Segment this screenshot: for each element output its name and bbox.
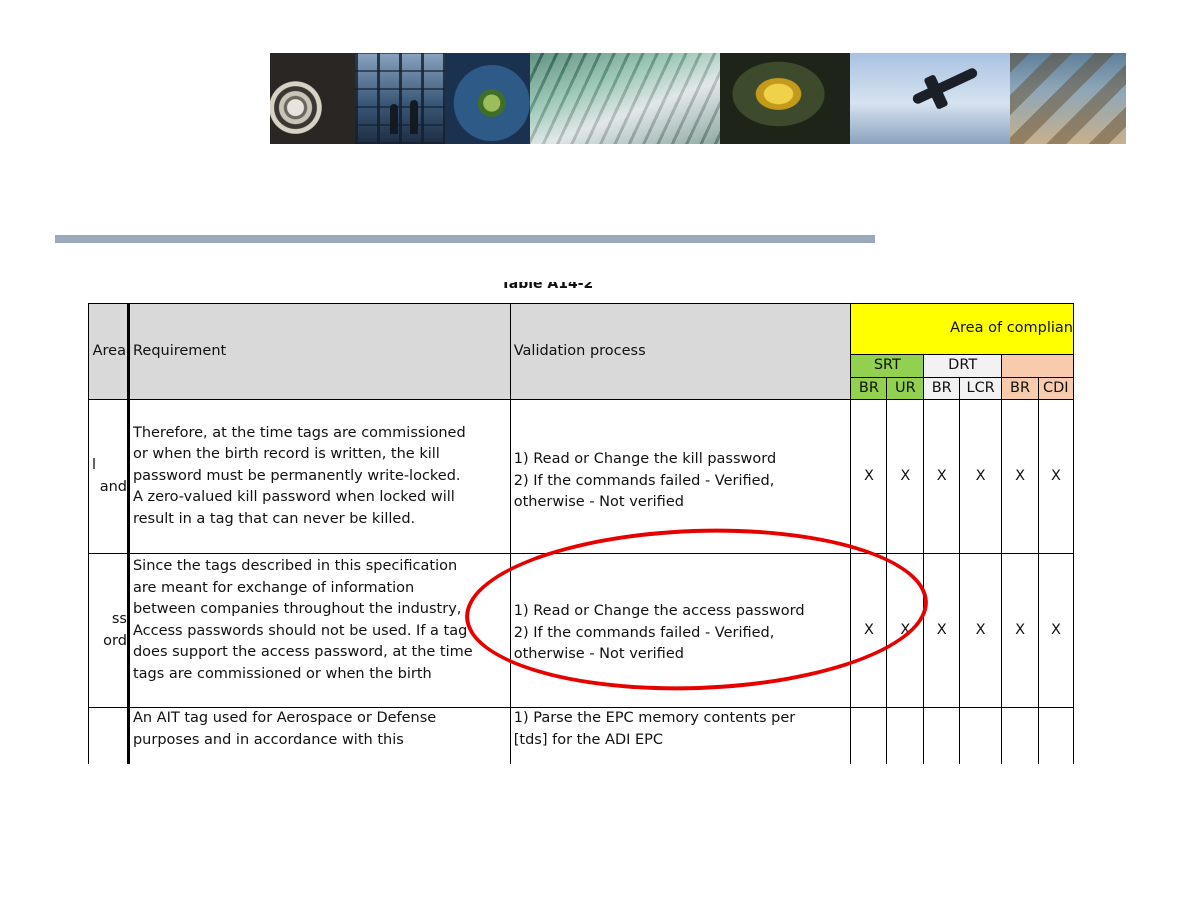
compliance-table: Area Requirement Validation process Area…	[88, 303, 1074, 764]
row-requirement: Therefore, at the time tags are commissi…	[126, 399, 511, 554]
title-divider	[55, 235, 875, 243]
header-srt: SRT	[850, 354, 925, 378]
row-area: ss ord	[88, 553, 129, 708]
compliance-mark: X	[850, 553, 888, 708]
header-area-of-compliance: Area of complian	[850, 303, 1074, 355]
compliance-mark	[886, 707, 925, 764]
header-banner-image	[270, 53, 1126, 144]
row-validation: 1) Parse the EPC memory contents per [td…	[509, 707, 852, 764]
header-next-group	[1001, 354, 1074, 378]
header-sub-ur: UR	[886, 376, 925, 400]
compliance-mark: X	[923, 553, 961, 708]
row-requirement: Since the tags described in this specifi…	[126, 553, 511, 708]
header-sub-br: BR	[850, 376, 888, 400]
table-row: An AIT tag used for Aerospace or Defense…	[88, 707, 1074, 764]
warehouse-conveyor-photo	[1010, 53, 1126, 144]
office-people-photo	[355, 53, 445, 144]
compliance-mark: X	[1001, 553, 1039, 708]
header-sub-br: BR	[923, 376, 961, 400]
compliance-mark: X	[1037, 553, 1074, 708]
requirements-table-excerpt: Table A14-2 Area Requirement Validation …	[88, 282, 1074, 764]
compliance-mark: X	[1001, 399, 1039, 554]
table-caption: Table A14-2	[501, 282, 594, 292]
compliance-mark: X	[886, 399, 925, 554]
row-requirement: An AIT tag used for Aerospace or Defense…	[126, 707, 511, 764]
row-validation: 1) Read or Change the kill password 2) I…	[509, 399, 852, 554]
table-row: l and Therefore, at the time tags are co…	[88, 399, 1074, 554]
header-area: Area	[88, 303, 129, 400]
turbine-photo	[270, 53, 355, 144]
airplane-photo	[850, 53, 1010, 144]
compliance-mark: X	[959, 399, 1003, 554]
row-area: l and	[88, 399, 129, 554]
keyboard-photo	[530, 53, 720, 144]
header-drt: DRT	[923, 354, 1003, 378]
row-validation: 1) Read or Change the access password 2)…	[509, 553, 852, 708]
compliance-mark	[923, 707, 961, 764]
compliance-mark	[850, 707, 888, 764]
header-requirement: Requirement	[126, 303, 511, 400]
row-area	[88, 707, 129, 764]
compliance-mark: X	[959, 553, 1003, 708]
compliance-mark: X	[886, 553, 925, 708]
satellite-dish-photo	[720, 53, 850, 144]
compliance-mark: X	[1037, 399, 1074, 554]
table-row: ss ord Since the tags described in this …	[88, 553, 1074, 708]
compliance-mark: X	[850, 399, 888, 554]
header-sub-br: BR	[1001, 376, 1039, 400]
header-sub-lcr: LCR	[959, 376, 1003, 400]
header-validation: Validation process	[509, 303, 852, 400]
microchip-photo	[445, 53, 530, 144]
compliance-mark	[1037, 707, 1074, 764]
compliance-mark	[959, 707, 1003, 764]
header-sub-cdi: CDI	[1037, 376, 1074, 400]
compliance-mark	[1001, 707, 1039, 764]
compliance-mark: X	[923, 399, 961, 554]
